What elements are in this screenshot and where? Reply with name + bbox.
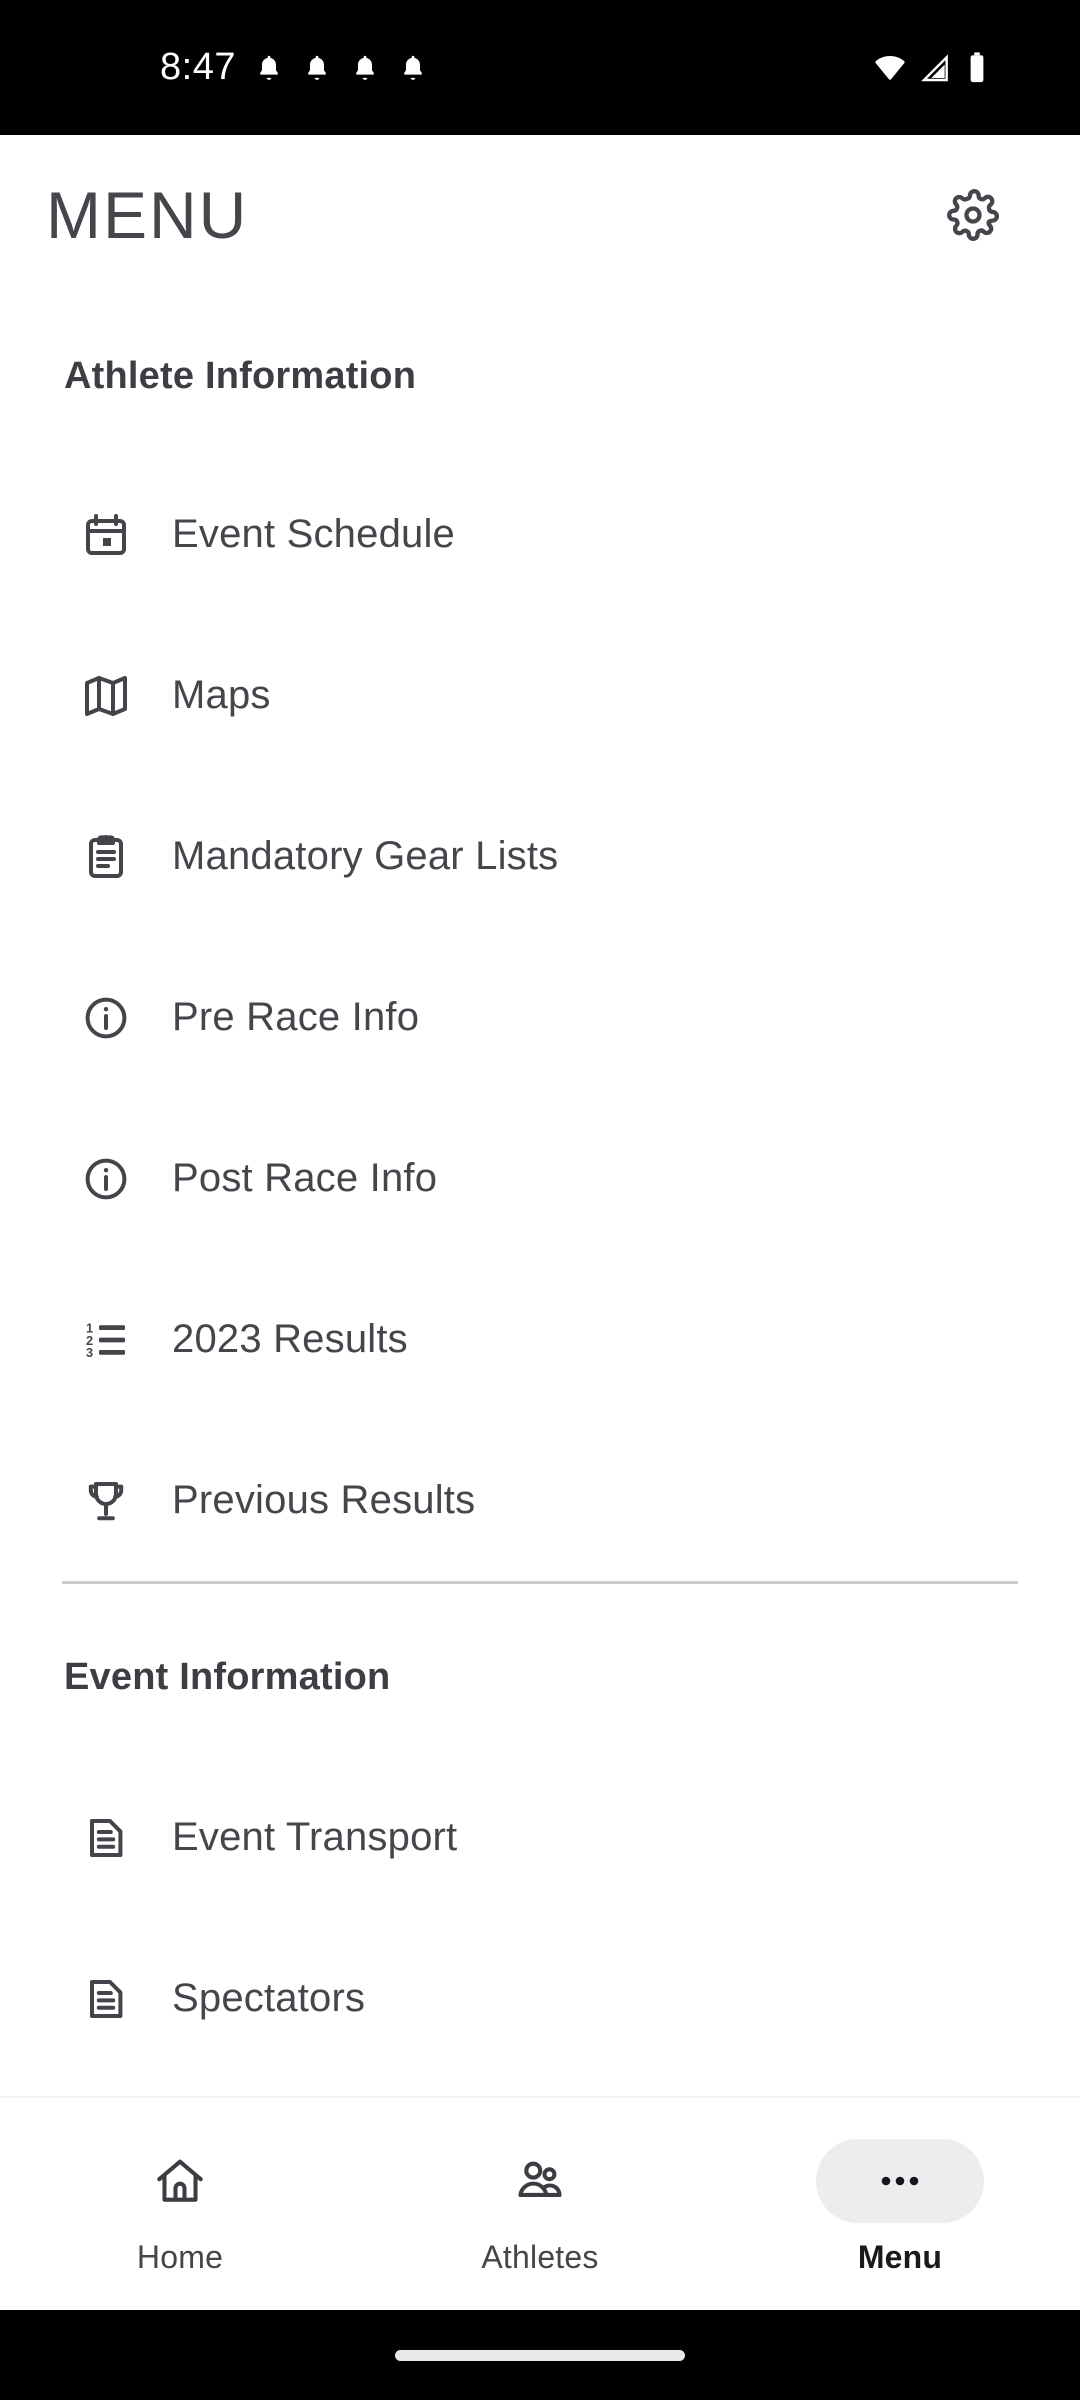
- menu-item-label: Event Transport: [172, 1815, 458, 1859]
- menu-scroll-area[interactable]: Athlete Information Event Schedule Maps …: [0, 295, 1080, 2096]
- menu-item-previous-results[interactable]: Previous Results: [0, 1420, 1080, 1581]
- numbered-list-icon: 1 2 3: [82, 1316, 130, 1364]
- bell-icon: [350, 51, 380, 85]
- menu-item-label: Post Race Info: [172, 1156, 438, 1200]
- app-screen: 8:47 MENU Athlete Information Event Sche…: [0, 0, 1080, 2400]
- ellipsis-icon: [874, 2171, 926, 2191]
- calendar-icon: [82, 511, 130, 559]
- menu-item-label: Pre Race Info: [172, 995, 420, 1039]
- menu-item-label: Previous Results: [172, 1478, 476, 1522]
- map-icon: [82, 672, 130, 720]
- document-icon: [82, 1814, 130, 1862]
- bell-icon: [254, 51, 284, 85]
- menu-item-label: Maps: [172, 673, 271, 717]
- section-heading: Event Information: [64, 1656, 391, 1698]
- nav-tab-label: Home: [136, 2238, 224, 2275]
- gear-icon: [947, 189, 999, 241]
- menu-item-event-transport[interactable]: Event Transport: [0, 1757, 1080, 1918]
- section-athlete-information: Athlete Information Event Schedule Maps …: [0, 355, 1080, 1581]
- nav-pill-athletes: [456, 2139, 624, 2223]
- menu-item-event-schedule[interactable]: Event Schedule: [0, 454, 1080, 615]
- nav-pill-home: [96, 2139, 264, 2223]
- status-bar: 8:47: [0, 0, 1080, 135]
- nav-tab-athletes[interactable]: Athletes: [360, 2098, 720, 2310]
- battery-icon: [966, 51, 988, 85]
- document-icon: [82, 1975, 130, 2023]
- section-heading: Athlete Information: [64, 355, 417, 397]
- menu-item-maps[interactable]: Maps: [0, 615, 1080, 776]
- menu-item-spectators[interactable]: Spectators: [0, 1918, 1080, 2079]
- menu-item-label: 2023 Results: [172, 1317, 408, 1361]
- status-bar-left: 8:47: [0, 46, 428, 89]
- nav-tab-menu[interactable]: Menu: [720, 2098, 1080, 2310]
- system-gesture-bar: [0, 2310, 1080, 2400]
- gesture-handle[interactable]: [395, 2349, 685, 2361]
- page-title: MENU: [46, 178, 249, 252]
- menu-item-post-race-info[interactable]: Post Race Info: [0, 1098, 1080, 1259]
- people-icon: [513, 2154, 567, 2208]
- app-header: MENU: [0, 135, 1080, 295]
- status-bar-right: [874, 51, 1044, 85]
- menu-item-label: Event Schedule: [172, 512, 455, 556]
- nav-pill-menu: [816, 2138, 984, 2223]
- nav-tab-label: Menu: [857, 2238, 943, 2275]
- bell-icon: [398, 51, 428, 85]
- trophy-icon: [82, 1477, 130, 1525]
- menu-list-event: Event Transport Spectators: [0, 1757, 1080, 2079]
- status-clock: 8:47: [160, 46, 236, 88]
- menu-item-2023-results[interactable]: 1 2 3 2023 Results: [0, 1259, 1080, 1420]
- nav-tab-label: Athletes: [481, 2238, 599, 2275]
- clipboard-list-icon: [82, 833, 130, 881]
- wifi-icon: [874, 52, 906, 84]
- info-circle-icon: [82, 994, 130, 1042]
- section-event-information: Event Information Event Transport Specta…: [0, 1656, 1080, 2079]
- menu-item-label: Spectators: [172, 1976, 366, 2020]
- info-circle-icon: [82, 1155, 130, 1203]
- bottom-navigation-bar: Home Athletes Menu: [0, 2096, 1080, 2310]
- menu-item-pre-race-info[interactable]: Pre Race Info: [0, 937, 1080, 1098]
- cellular-signal-icon: [920, 52, 952, 84]
- menu-item-mandatory-gear-lists[interactable]: Mandatory Gear Lists: [0, 776, 1080, 937]
- svg-text:3: 3: [86, 1345, 93, 1360]
- nav-tab-home[interactable]: Home: [0, 2098, 360, 2310]
- bell-icon: [302, 51, 332, 85]
- menu-item-label: Mandatory Gear Lists: [172, 834, 559, 878]
- home-icon: [153, 2154, 207, 2208]
- settings-button[interactable]: [936, 178, 1010, 252]
- section-divider: [62, 1581, 1018, 1584]
- menu-list-athlete: Event Schedule Maps Mandatory Gear Lists…: [0, 454, 1080, 1581]
